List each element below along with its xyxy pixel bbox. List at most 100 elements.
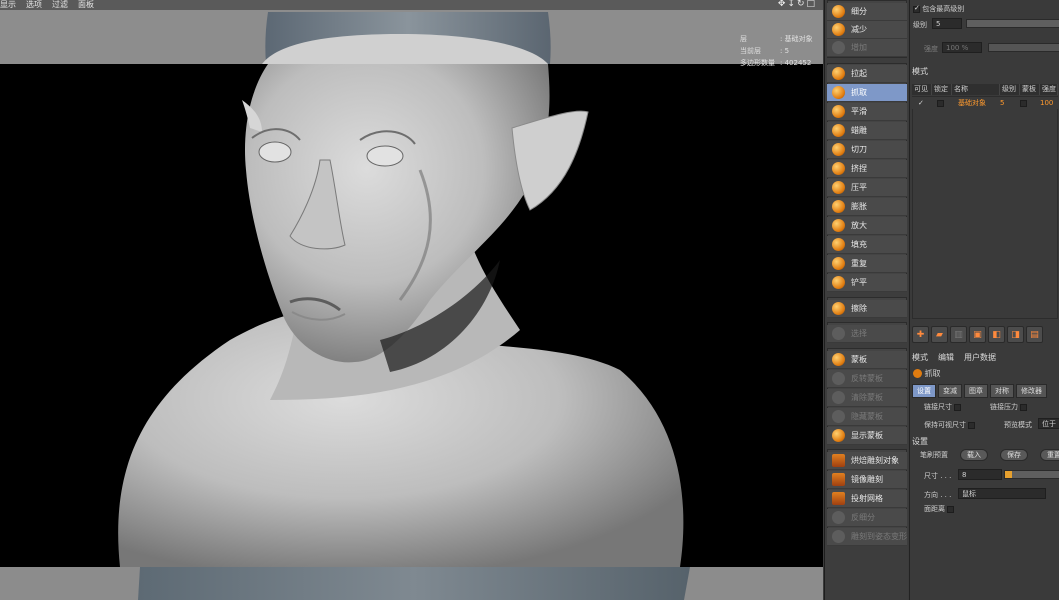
toolbar-button-11[interactable]: 放大: [827, 217, 907, 235]
toolbar-button-label: 铲平: [851, 278, 867, 287]
toolbar-button-1[interactable]: 减少: [827, 21, 907, 39]
toolbar-button-26[interactable]: 雕刻到姿态变形: [827, 528, 907, 546]
tab-symmetry[interactable]: 对称: [990, 384, 1014, 398]
zoom-icon[interactable]: ↧: [787, 0, 795, 9]
load-button[interactable]: 载入: [960, 449, 988, 461]
increase-icon: [832, 41, 845, 54]
link-size-row: 链接尺寸: [924, 402, 962, 412]
toolbar-button-4[interactable]: 抓取: [827, 84, 907, 102]
strength-field[interactable]: 100 %: [942, 42, 982, 53]
attr-menu-edit[interactable]: 编辑: [938, 352, 954, 363]
surface-distance-label: 面距离: [924, 505, 945, 513]
sculpt-bust-model[interactable]: [0, 0, 823, 600]
tab-stamp[interactable]: 图章: [964, 384, 988, 398]
col-lock[interactable]: 锁定: [932, 84, 952, 95]
col-mask[interactable]: 蒙板: [1020, 84, 1040, 95]
toolbar-button-12[interactable]: 填充: [827, 236, 907, 254]
menu-options[interactable]: 选项: [20, 0, 46, 10]
toolbar-button-8[interactable]: 挤捏: [827, 160, 907, 178]
size-slider[interactable]: [1004, 470, 1059, 479]
layer-row[interactable]: ✓ 基础对象 5 100: [912, 97, 1058, 109]
hud-key: 多边形数量: [740, 59, 775, 67]
add-layer-icon[interactable]: ✚: [912, 326, 929, 343]
layer-copy-icon[interactable]: ▤: [1026, 326, 1043, 343]
lock-checkbox[interactable]: [932, 99, 952, 107]
toolbar-button-22[interactable]: 烘焙雕刻对象: [827, 452, 907, 470]
toolbar-button-24[interactable]: 投射网格: [827, 490, 907, 508]
toolbar-button-label: 显示蒙板: [851, 431, 883, 440]
menu-filter[interactable]: 过滤: [46, 0, 72, 10]
hide-mask-icon: [832, 410, 845, 423]
col-strength[interactable]: 强度: [1040, 84, 1058, 95]
toolbar-button-21[interactable]: 显示蒙板: [827, 427, 907, 445]
tool-title: 抓取: [913, 368, 941, 379]
strength-slider[interactable]: [988, 43, 1059, 52]
layer-mirror-icon[interactable]: ◨: [1007, 326, 1024, 343]
toolbar-button-15[interactable]: 擦除: [827, 300, 907, 318]
tab-modifiers[interactable]: 修改器: [1016, 384, 1047, 398]
layer-name[interactable]: 基础对象: [952, 98, 1000, 108]
toolbar-button-19[interactable]: 清除蒙板: [827, 389, 907, 407]
menu-panel[interactable]: 面板: [72, 0, 98, 10]
save-button[interactable]: 保存: [1000, 449, 1028, 461]
toolbar-button-14[interactable]: 铲平: [827, 274, 907, 292]
link-pressure-checkbox[interactable]: [1020, 403, 1028, 411]
maximize-icon[interactable]: □: [806, 0, 815, 9]
add-folder-icon[interactable]: ▰: [931, 326, 948, 343]
grab-tool-icon: [913, 369, 922, 378]
size-label: 尺寸 . . .: [924, 472, 952, 480]
toolbar-button-13[interactable]: 重复: [827, 255, 907, 273]
menu-display[interactable]: 显示: [0, 0, 20, 10]
hud-key: 当前层: [740, 47, 761, 55]
link-size-checkbox[interactable]: [954, 403, 962, 411]
tab-falloff[interactable]: 变减: [938, 384, 962, 398]
fill-brush-icon: [832, 238, 845, 251]
level-field[interactable]: 5: [932, 18, 962, 29]
col-level[interactable]: 级别: [1000, 84, 1020, 95]
toolbar-button-16[interactable]: 选择: [827, 325, 907, 343]
surface-distance-row: 面距离: [924, 504, 955, 514]
toolbar-button-3[interactable]: 拉起: [827, 65, 907, 83]
toolbar-button-6[interactable]: 蜡雕: [827, 122, 907, 140]
invert-mask-icon: [832, 372, 845, 385]
toolbar-button-7[interactable]: 切刀: [827, 141, 907, 159]
col-visible[interactable]: 可见: [912, 84, 932, 95]
toolbar-button-25[interactable]: 反细分: [827, 509, 907, 527]
toolbar-button-0[interactable]: 细分: [827, 3, 907, 21]
size-field[interactable]: 8: [958, 469, 1002, 480]
mask-checkbox[interactable]: [1020, 99, 1040, 107]
layers-list[interactable]: [912, 96, 1058, 319]
attr-menu-userdata[interactable]: 用户数据: [964, 352, 996, 363]
toolbar-button-label: 镜像雕刻: [851, 475, 883, 484]
viewport-hud-info: 层: 基础对象 当前层: 5 多边形数量: 402452: [740, 33, 813, 69]
toolbar-button-9[interactable]: 压平: [827, 179, 907, 197]
toolbar-button-17[interactable]: 蒙板: [827, 351, 907, 369]
col-name[interactable]: 名称: [952, 84, 1000, 95]
direction-dropdown[interactable]: 鼠标: [958, 488, 1046, 499]
toolbar-button-10[interactable]: 膨胀: [827, 198, 907, 216]
attr-menu-mode[interactable]: 模式: [912, 352, 928, 363]
move-arrows-icon[interactable]: ✥: [778, 0, 786, 9]
trash-icon[interactable]: ▥: [950, 326, 967, 343]
toolbar-button-2[interactable]: 增加: [827, 39, 907, 57]
visible-check-icon[interactable]: ✓: [912, 99, 932, 107]
toolbar-button-23[interactable]: 镜像雕刻: [827, 471, 907, 489]
rotate-icon[interactable]: ↻: [797, 0, 805, 9]
layer-merge-icon[interactable]: ▣: [969, 326, 986, 343]
toolbar-button-18[interactable]: 反转蒙板: [827, 370, 907, 388]
preview-mode-dropdown[interactable]: 位于: [1038, 418, 1059, 429]
include-highest-label: 包含最高级别: [922, 5, 965, 13]
3d-viewport[interactable]: 显示 选项 过滤 面板 ✥ ↧ ↻ □ 层: 基础对象 当前层: 5 多边形数量…: [0, 0, 823, 600]
surface-distance-checkbox[interactable]: [947, 505, 955, 513]
layer-clear-icon[interactable]: ◧: [988, 326, 1005, 343]
reset-button[interactable]: 重置: [1040, 449, 1059, 461]
toolbar-button-5[interactable]: 平滑: [827, 103, 907, 121]
include-highest-checkbox[interactable]: [913, 4, 920, 13]
toolbar-button-20[interactable]: 隐藏蒙板: [827, 408, 907, 426]
tab-settings[interactable]: 设置: [912, 384, 936, 398]
layer-toolbar: ✚ ▰ ▥ ▣ ◧ ◨ ▤: [912, 326, 1043, 343]
layers-mode-header[interactable]: 模式: [912, 66, 928, 77]
keep-visible-checkbox[interactable]: [968, 421, 976, 429]
level-slider[interactable]: [966, 19, 1059, 28]
toolbar-button-label: 反细分: [851, 513, 875, 522]
